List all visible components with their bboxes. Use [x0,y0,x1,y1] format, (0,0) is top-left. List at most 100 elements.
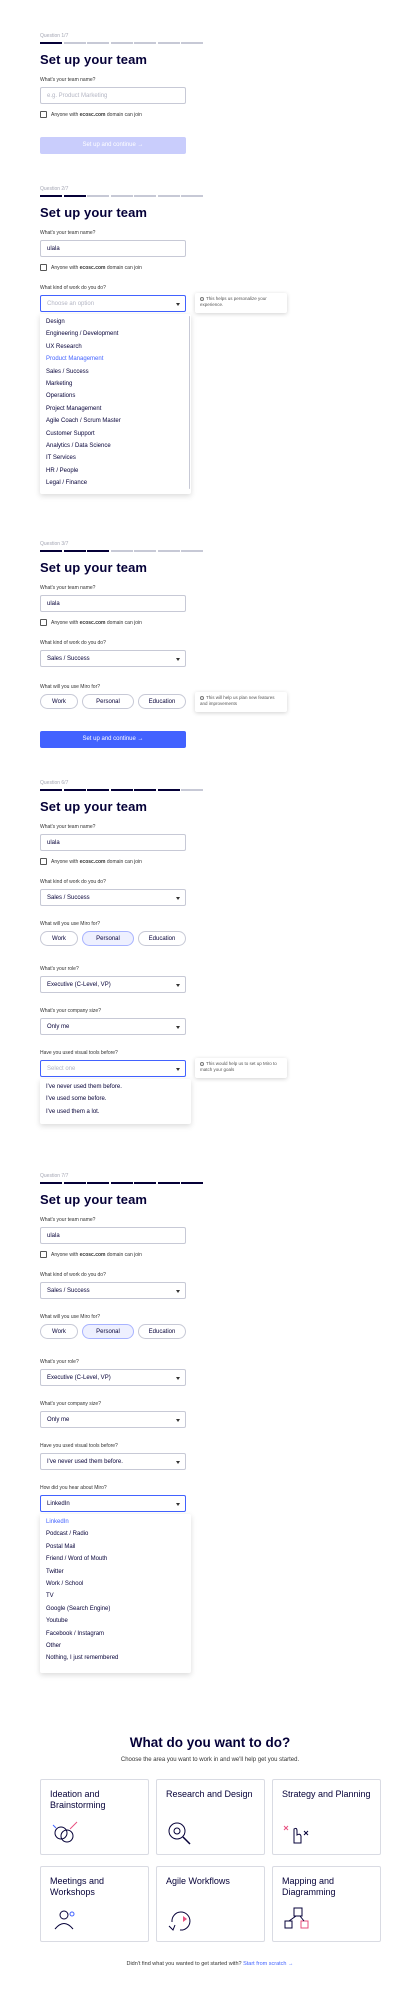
progress-segment [40,1182,62,1184]
chevron-down-icon [176,1026,180,1029]
referral-option[interactable]: Nothing, I just remembered [40,1652,191,1664]
continue-button[interactable]: Set up and continue → [40,137,186,154]
work-option[interactable]: Sales / Success [40,366,191,378]
checkbox-box[interactable] [40,619,47,626]
page-title: Set up your team [40,560,148,575]
company-size-select[interactable]: Only me [40,1411,186,1428]
visual-tools-select[interactable]: I've never used them before. [40,1453,186,1470]
progress-segment [134,789,156,791]
referral-select[interactable]: LinkedIn [40,1495,186,1512]
usage-option-personal[interactable]: Personal [82,931,134,946]
usage-option-personal[interactable]: Personal [82,694,134,709]
domain-join-checkbox[interactable]: Anyone with ecosc.com domain can join [40,111,142,118]
card-research[interactable]: Research and Design [156,1779,265,1855]
referral-option[interactable]: Postal Mail [40,1541,191,1553]
team-name-input[interactable]: ulala [40,1227,186,1244]
step-question-7: Question 7/7 Set up your team What's you… [40,1173,203,1673]
progress-segment [181,789,203,791]
team-name-input[interactable]: ulala [40,834,186,851]
domain-name: ecosc.com [79,1251,106,1258]
usage-option-personal[interactable]: Personal [82,1324,134,1339]
card-strategy[interactable]: Strategy and Planning [272,1779,381,1855]
checkbox-box[interactable] [40,264,47,271]
progress-segment [134,42,156,44]
work-type-tooltip: This helps us personalize your experienc… [195,293,287,313]
question-counter: Question 1/7 [40,33,69,39]
referral-option[interactable]: LinkedIn [40,1516,191,1528]
usage-option-work[interactable]: Work [40,694,78,709]
domain-suffix: domain can join [106,1251,142,1258]
card-agile[interactable]: Agile Workflows [156,1866,265,1942]
work-option[interactable]: UX Research [40,341,191,353]
card-meetings[interactable]: Meetings and Workshops [40,1866,149,1942]
role-select[interactable]: Executive (C-Level, VP) [40,976,186,993]
info-icon [200,696,204,700]
referral-option[interactable]: Youtube [40,1615,191,1627]
referral-option[interactable]: Twitter [40,1566,191,1578]
role-select[interactable]: Executive (C-Level, VP) [40,1369,186,1386]
progress-segment [63,42,86,44]
usage-option-education[interactable]: Education [138,1324,186,1339]
checkbox-box[interactable] [40,858,47,865]
visual-tools-select[interactable]: Select one [40,1060,186,1077]
card-title: Mapping and Diagramming [282,1876,336,1897]
work-option[interactable]: Design [40,316,191,328]
work-option[interactable]: Legal / Finance [40,477,191,489]
chevron-down-icon [176,1377,180,1380]
referral-option[interactable]: TV [40,1590,191,1602]
referral-option[interactable]: Podcast / Radio [40,1528,191,1540]
start-from-scratch-link[interactable]: Start from scratch → [243,1961,293,1967]
page-title: Set up your team [40,1192,148,1207]
work-option[interactable]: Agile Coach / Scrum Master [40,415,191,427]
continue-button[interactable]: Set up and continue → [40,731,186,748]
progress-segment [63,550,86,552]
team-name-input[interactable]: ulala [40,595,186,612]
card-mapping[interactable]: Mapping and Diagramming [272,1866,381,1942]
checkbox-box[interactable] [40,1251,47,1258]
progress-bar [40,195,203,197]
card-title: Agile Workflows [166,1876,230,1886]
usage-option-work[interactable]: Work [40,1324,78,1339]
work-option[interactable]: Product Management [40,353,191,365]
domain-join-checkbox[interactable]: Anyone with ecosc.com domain can join [40,858,142,865]
progress-bar [40,550,203,552]
usage-option-work[interactable]: Work [40,931,78,946]
work-option[interactable]: Operations [40,390,191,402]
work-type-select[interactable]: Choose an option [40,295,186,312]
referral-option[interactable]: Work / School [40,1578,191,1590]
dropdown-scrollbar[interactable] [188,316,190,489]
visual-tools-option[interactable]: I've used some before. [40,1093,191,1105]
usage-option-education[interactable]: Education [138,694,186,709]
visual-tools-option[interactable]: I've used them a lot. [40,1106,191,1118]
visual-tools-option[interactable]: I've never used them before. [40,1081,191,1093]
company-size-select[interactable]: Only me [40,1018,186,1035]
work-option[interactable]: Project Management [40,403,191,415]
referral-option[interactable]: Friend / Word of Mouth [40,1553,191,1565]
work-option[interactable]: Marketing [40,378,191,390]
step-question-1: Question 1/7 Set up your team What's you… [40,33,203,154]
referral-option[interactable]: Google (Search Engine) [40,1603,191,1615]
footer-text: Didn't find what you wanted to get start… [126,1961,242,1967]
progress-segment [63,195,86,197]
checkbox-box[interactable] [40,111,47,118]
referral-option[interactable]: Facebook / Instagram [40,1628,191,1640]
work-option[interactable]: Engineering / Development [40,328,191,340]
team-name-input[interactable]: e.g. Product Marketing [40,87,186,104]
team-name-label: What's your team name? [40,77,96,83]
domain-join-checkbox[interactable]: Anyone with ecosc.com domain can join [40,1251,142,1258]
domain-join-checkbox[interactable]: Anyone with ecosc.com domain can join [40,619,142,626]
work-type-select[interactable]: Sales / Success [40,1282,186,1299]
usage-tooltip: This will help us plan new features and … [195,692,287,712]
work-option[interactable]: Analytics / Data Science [40,440,191,452]
work-type-select[interactable]: Sales / Success [40,650,186,667]
usage-option-education[interactable]: Education [138,931,186,946]
domain-join-checkbox[interactable]: Anyone with ecosc.com domain can join [40,264,142,271]
work-type-select[interactable]: Sales / Success [40,889,186,906]
work-option[interactable]: IT Services [40,452,191,464]
work-option[interactable]: HR / People [40,465,191,477]
referral-option[interactable]: Other [40,1640,191,1652]
domain-name: ecosc.com [79,619,106,626]
team-name-input[interactable]: ulala [40,240,186,257]
work-option[interactable]: Customer Support [40,428,191,440]
card-ideation[interactable]: Ideation and Brainstorming [40,1779,149,1855]
